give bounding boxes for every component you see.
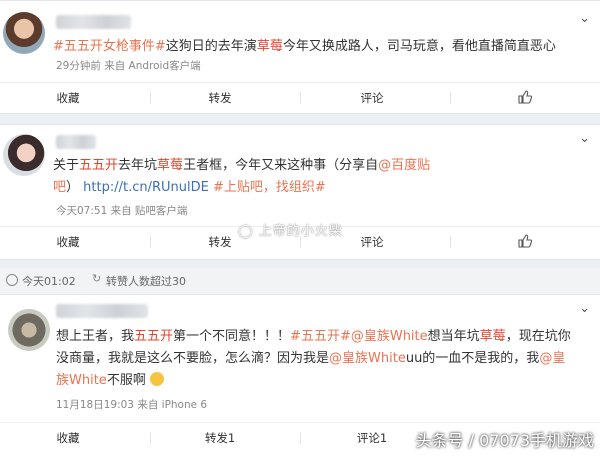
comment-button[interactable]: 评论: [342, 83, 402, 113]
url-link[interactable]: http://t.cn/RUnulDE: [83, 180, 209, 195]
divider: [150, 92, 151, 104]
keyword: 五五开: [79, 158, 119, 173]
divider: [150, 236, 151, 248]
refresh-icon: ↻: [92, 272, 102, 285]
collect-button[interactable]: 收藏: [38, 83, 98, 113]
post-text-part: 去年坑: [118, 158, 158, 173]
like-icon[interactable]: [518, 90, 532, 104]
post-text: 关于五五开去年坑草莓王者框，今年又来这种事（分享自@百度贴吧） http://t…: [53, 155, 572, 199]
post-text-part: ）: [66, 180, 80, 195]
post-card-2: ⌄ 关于五五开去年坑草莓王者框，今年又来这种事（分享自@百度贴吧） http:/…: [0, 124, 600, 260]
collect-button[interactable]: 收藏: [38, 227, 98, 257]
post-text-part: 关于: [53, 158, 80, 173]
action-bar: 收藏 转发 评论: [0, 82, 600, 113]
keyword: 草莓: [479, 329, 506, 344]
username-blurred[interactable]: [56, 15, 131, 29]
watermark: ◯ 上帝的小火柴: [238, 220, 343, 239]
hashtag-link[interactable]: #上贴吧，找组织#: [213, 180, 326, 195]
hashtag-link[interactable]: #五五开女枪事件#: [53, 39, 166, 54]
post-text-part: 今年又换成路人，司马玩意，看他直播简直恶心: [282, 39, 556, 54]
avatar[interactable]: [8, 309, 50, 351]
post-text-part: 不服啊: [106, 373, 146, 388]
like-icon[interactable]: [518, 234, 532, 248]
comment-button[interactable]: 评论1: [342, 423, 402, 453]
watermark-text: 上帝的小火柴: [258, 224, 343, 239]
mention-link[interactable]: @皇族White: [329, 351, 406, 366]
collect-button[interactable]: 收藏: [38, 423, 98, 453]
weibo-logo-icon: ◯: [238, 224, 254, 239]
crying-emoji-icon: [149, 372, 164, 386]
post-text-part: 想当年坑: [427, 329, 480, 344]
keyword: 五五开: [134, 329, 174, 344]
post-text: 想上王者，我五五开第一个不同意！！！#五五开#@皇族White想当年坑草莓，现在…: [56, 326, 572, 392]
username-blurred[interactable]: [56, 135, 96, 149]
mention-link[interactable]: @皇族White: [351, 329, 428, 344]
post-text-part: 想上王者，我: [56, 329, 135, 344]
repost-button[interactable]: 转发: [190, 83, 250, 113]
post-text-part: 第一个不同意！！！: [173, 329, 291, 344]
divider: [300, 432, 301, 444]
clock-icon: [6, 274, 18, 286]
post-meta: 11月18日19:03 来自 iPhone 6: [56, 399, 208, 411]
divider: [300, 92, 301, 104]
post-text: #五五开女枪事件#这狗日的去年演草莓今年又换成路人，司马玩意，看他直播简直恶心: [53, 36, 572, 58]
divider: [150, 432, 151, 444]
keyword: 草莓: [157, 158, 184, 173]
chevron-down-icon[interactable]: ⌄: [579, 11, 590, 26]
post-text-part: 王者框，今年又来这种事（分享自: [183, 158, 379, 173]
watermark-corner: 头条号 / 07073手机游戏: [415, 431, 594, 450]
comment-button[interactable]: 评论: [342, 227, 402, 257]
repost-button[interactable]: 转发1: [190, 423, 250, 453]
username-blurred[interactable]: [56, 304, 148, 318]
post-card-1: ⌄ #五五开女枪事件#这狗日的去年演草莓今年又换成路人，司马玩意，看他直播简直恶…: [0, 0, 600, 114]
divider: [450, 236, 451, 248]
chevron-down-icon[interactable]: ⌄: [579, 131, 590, 146]
divider: [450, 92, 451, 104]
post-meta: 29分钟前 来自 Android客户端: [56, 60, 201, 72]
avatar[interactable]: [3, 12, 45, 54]
repost-info-bar: 今天01:02 ↻ 转赞人数超过30: [0, 268, 600, 294]
post-meta: 今天07:51 来自 贴吧客户端: [56, 205, 188, 217]
hashtag-link[interactable]: #五五开#: [290, 329, 351, 344]
post-text-part: 这狗日的去年演: [165, 39, 257, 54]
bar-status: 转赞人数超过30: [106, 275, 186, 288]
chevron-down-icon[interactable]: ⌄: [579, 301, 590, 316]
keyword: 草莓: [256, 39, 283, 54]
avatar[interactable]: [3, 134, 45, 176]
bar-time: 今天01:02: [22, 275, 76, 288]
post-text-part: uu的一血不是我的，我: [405, 351, 540, 366]
